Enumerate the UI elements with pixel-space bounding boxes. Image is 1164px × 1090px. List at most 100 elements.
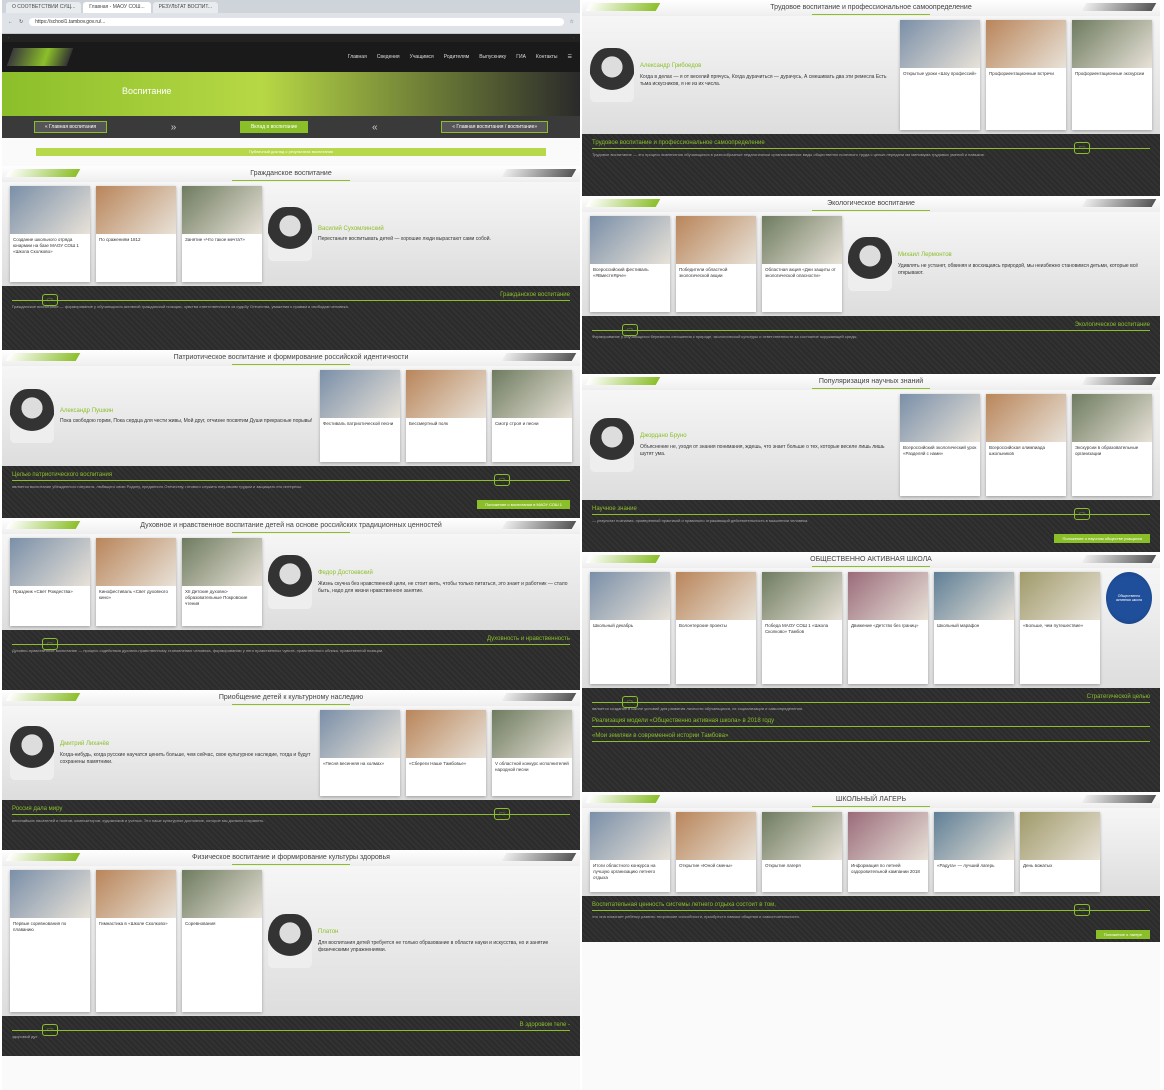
title-underline bbox=[812, 566, 930, 567]
photo-card[interactable]: Победа МАОУ СОШ 1 «Школа Сколково» Тамбо… bbox=[762, 572, 842, 684]
section: Приобщение детей к культурному наследию «… bbox=[2, 690, 580, 850]
photo-card[interactable]: Праздник «Свет Рождества» bbox=[10, 538, 90, 626]
photo-caption: Фестиваль патриотической песни bbox=[323, 421, 394, 426]
hero-right-button[interactable]: « Главная воспитания / воспитание» bbox=[441, 121, 549, 133]
panel-button[interactable]: Положение о воспитании в МАОУ СОШ 1 bbox=[477, 500, 570, 509]
panel-text: является создание в школе условий для ра… bbox=[592, 706, 804, 711]
chat-icon[interactable]: ▭ bbox=[494, 474, 510, 486]
section-header: Гражданское воспитание bbox=[2, 166, 580, 182]
photo-card[interactable]: Победители областной экологической акции bbox=[676, 216, 756, 312]
photo-card[interactable]: V областной конкурс исполнителей народно… bbox=[492, 710, 572, 796]
photo-caption: Всероссийский экологический урок «Раздел… bbox=[903, 445, 977, 456]
photo-card[interactable]: Занятие «Что такое мечта?» bbox=[182, 186, 262, 282]
section-header: Физическое воспитание и формирование кул… bbox=[2, 850, 580, 866]
photo-image bbox=[934, 572, 1014, 620]
photo-card[interactable]: Первые соревнования по плаванию bbox=[10, 870, 90, 1012]
panel-text: Духовно-нравственное воспитание — процес… bbox=[12, 648, 384, 653]
photo-card[interactable]: «Радуга» — лучший лагерь bbox=[934, 812, 1014, 892]
hero-banner: Воспитание bbox=[2, 72, 580, 116]
photo-card[interactable]: Школьный декабрь bbox=[590, 572, 670, 684]
photo-card[interactable]: «Песня весенняя на холмах» bbox=[320, 710, 400, 796]
panel-text: Формирование у обучающихся бережного отн… bbox=[592, 334, 858, 339]
photo-card[interactable]: Создание школьного отряда юнармии на баз… bbox=[10, 186, 90, 282]
chat-icon[interactable]: ▭ bbox=[494, 808, 510, 820]
site-nav: Главная Сведения Учащимся Родителям Выпу… bbox=[2, 42, 580, 72]
photo-card[interactable]: XII Детские духовно-образовательные Покр… bbox=[182, 538, 262, 626]
browser-tab[interactable]: РЕЗУЛЬТАТ ВОСПИТ... bbox=[152, 2, 218, 13]
panel-button[interactable]: Положение о лагере bbox=[1095, 930, 1150, 939]
photo-card[interactable]: День вожатых bbox=[1020, 812, 1100, 892]
photo-card[interactable]: Всероссийская олимпиада школьников bbox=[986, 394, 1066, 496]
chat-icon[interactable]: ▭ bbox=[1074, 508, 1090, 520]
photo-card[interactable]: Волонтерские проекты bbox=[676, 572, 756, 684]
browser-tab[interactable]: Главная - МАОУ СОШ... bbox=[83, 2, 151, 13]
photo-image bbox=[676, 572, 756, 620]
photo-caption: Всероссийский фестиваль «#ВместеЯрче» bbox=[593, 267, 649, 278]
back-icon[interactable]: ← bbox=[8, 19, 13, 25]
refresh-icon[interactable]: ↻ bbox=[19, 19, 23, 25]
photo-card[interactable]: Бессмертный полк bbox=[406, 370, 486, 462]
photo-card[interactable]: Движение «Детство без границ» bbox=[848, 572, 928, 684]
chat-icon[interactable]: ▭ bbox=[42, 1024, 58, 1036]
photo-image bbox=[1072, 394, 1152, 442]
photo-card[interactable]: Открытие лагеря bbox=[762, 812, 842, 892]
nav-item[interactable]: ГИА bbox=[516, 54, 526, 60]
quote-text: Когда-нибудь, когда русские научатся цен… bbox=[60, 751, 311, 765]
address-bar[interactable]: https://school1.tambov.gov.ru/... bbox=[29, 18, 564, 26]
photo-card[interactable]: Областная акция «Дни защиты от экологиче… bbox=[762, 216, 842, 312]
photo-card[interactable]: По сражениям 1812 bbox=[96, 186, 176, 282]
photo-card[interactable]: Открытые уроки «Шоу профессий» bbox=[900, 20, 980, 130]
browser-tab[interactable]: О СООТВЕТСТВИИ СУЩ... bbox=[6, 2, 82, 13]
panel-button[interactable]: Положение о научном обществе учащихся bbox=[1054, 534, 1150, 543]
photo-image bbox=[1020, 572, 1100, 620]
section-header: Экологическое воспитание bbox=[582, 196, 1160, 212]
chat-icon[interactable]: ▭ bbox=[622, 696, 638, 708]
photo-caption: Профориентационные экскурсии bbox=[1075, 71, 1145, 76]
quote-block: Александр Пушкин Пока свободою горим, Пок… bbox=[10, 370, 314, 462]
section-body: Фестиваль патриотической песни Бессмертны… bbox=[2, 366, 580, 466]
nav-item[interactable]: Контакты bbox=[536, 54, 558, 60]
photo-card[interactable]: Гимнастика в «Школе Сколково» bbox=[96, 870, 176, 1012]
photo-card[interactable]: Школьный марафон bbox=[934, 572, 1014, 684]
menu-icon[interactable]: ☰ bbox=[568, 54, 572, 60]
nav-item[interactable]: Выпускнику bbox=[479, 54, 506, 60]
hero-center-button[interactable]: Вклад в воспитание bbox=[239, 121, 309, 133]
photo-caption: Информация по летней оздоровительной кам… bbox=[851, 863, 920, 874]
chat-icon[interactable]: ▭ bbox=[1074, 904, 1090, 916]
photo-card[interactable]: Соревнования bbox=[182, 870, 262, 1012]
star-icon[interactable]: ☆ bbox=[570, 19, 574, 25]
photo-caption: Областная акция «Дни защиты от экологиче… bbox=[765, 267, 836, 278]
hero-left-button[interactable]: « Главная воспитания bbox=[33, 121, 108, 133]
nav-item[interactable]: Учащимся bbox=[410, 54, 434, 60]
section: ШКОЛЬНЫЙ ЛАГЕРЬ Итоги областного конкурса… bbox=[582, 792, 1160, 942]
photo-card[interactable]: «Больше, чем путешествие» bbox=[1020, 572, 1100, 684]
chat-icon[interactable]: ▭ bbox=[622, 324, 638, 336]
photo-card[interactable]: Кинофестиваль «Свет духовного кино» bbox=[96, 538, 176, 626]
panel-title: Стратегической целью bbox=[592, 694, 1150, 703]
photo-image bbox=[762, 572, 842, 620]
photo-card[interactable]: Информация по летней оздоровительной кам… bbox=[848, 812, 928, 892]
site-logo[interactable] bbox=[6, 48, 74, 66]
section-header: Популяризация научных знаний bbox=[582, 374, 1160, 390]
photo-card[interactable]: Всероссийский экологический урок «Раздел… bbox=[900, 394, 980, 496]
photo-card[interactable]: Профориентационные встречи bbox=[986, 20, 1066, 130]
photo-card[interactable]: Всероссийский фестиваль «#ВместеЯрче» bbox=[590, 216, 670, 312]
title-underline bbox=[232, 364, 350, 365]
nav-item[interactable]: Главная bbox=[348, 54, 367, 60]
photo-card[interactable]: Итоги областного конкурса на лучшую орга… bbox=[590, 812, 670, 892]
chat-icon[interactable]: ▭ bbox=[42, 638, 58, 650]
nav-item[interactable]: Родителям bbox=[444, 54, 469, 60]
photo-card[interactable]: Профориентационные экскурсии bbox=[1072, 20, 1152, 130]
photo-card[interactable]: Смотр строя и песни bbox=[492, 370, 572, 462]
photo-card[interactable]: Фестиваль патриотической песни bbox=[320, 370, 400, 462]
nav-item[interactable]: Сведения bbox=[377, 54, 400, 60]
report-banner[interactable]: Публичный доклад о результатах воспитани… bbox=[36, 148, 546, 156]
photo-card[interactable]: Открытие «Юной смены» bbox=[676, 812, 756, 892]
chat-icon[interactable]: ▭ bbox=[42, 294, 58, 306]
chat-icon[interactable]: ▭ bbox=[1074, 142, 1090, 154]
photo-caption: Волонтерские проекты bbox=[679, 623, 727, 628]
section-body: Первые соревнования по плаванию Гимнастик… bbox=[2, 866, 580, 1016]
photo-caption: Всероссийская олимпиада школьников bbox=[989, 445, 1046, 456]
photo-card[interactable]: Экскурсии в образовательные организации bbox=[1072, 394, 1152, 496]
photo-card[interactable]: «Сбереги Наше Тамбовье» bbox=[406, 710, 486, 796]
